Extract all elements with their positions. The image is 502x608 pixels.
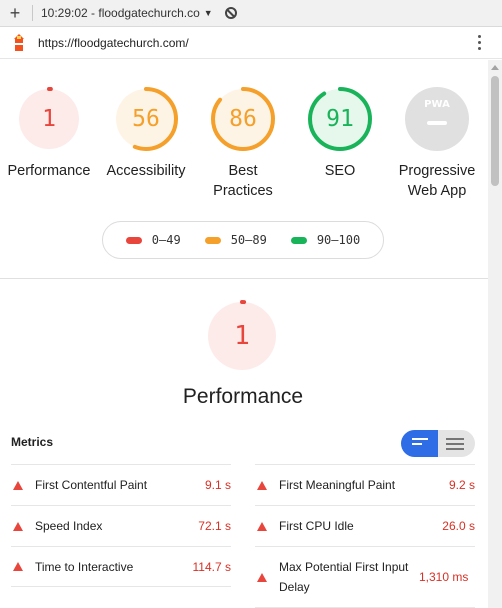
metric-value: 1,310 ms [419, 570, 469, 584]
metric-name: Time to Interactive [35, 559, 134, 574]
gauge-score: 91 [326, 106, 354, 132]
tab-title[interactable]: 10:29:02 - floodgatechurch.co [41, 6, 200, 20]
legend-range: 0–49 [151, 233, 181, 247]
gauge-seo[interactable]: 91 SEO [292, 86, 388, 181]
fail-triangle-icon [13, 521, 23, 531]
fail-triangle-icon [13, 480, 23, 490]
metric-name: Speed Index [35, 519, 103, 533]
gauge-score: 86 [229, 106, 257, 132]
scroll-up-arrow-icon[interactable] [491, 65, 499, 70]
report-content: 1 Performance 56 Accessibility 86 Best P… [0, 60, 488, 608]
gauge-pwa[interactable]: PWA Progressive Web App [389, 86, 485, 201]
metric-time-to-interactive: Time to Interactive 114.7 s [11, 546, 231, 587]
metric-name: Max Potential First Input Delay [279, 560, 409, 594]
url-text[interactable]: https://floodgatechurch.com/ [38, 36, 189, 50]
legend-range: 90–100 [316, 233, 361, 247]
metric-name: First Meaningful Paint [279, 478, 396, 492]
gauge-circle: 1 [16, 86, 82, 152]
metric-value: 114.7 s [192, 559, 231, 574]
metric-first-cpu-idle: First CPU Idle 26.0 s [255, 505, 475, 546]
fail-triangle-icon [257, 480, 267, 490]
legend-item-pass: 90–100 [290, 233, 361, 247]
legend-item-average: 50–89 [204, 233, 267, 247]
gauge-circle: 86 [210, 86, 276, 152]
fail-triangle-icon [257, 572, 267, 582]
gauge-label: Best Practices [213, 163, 273, 199]
metrics-view-toggle[interactable] [401, 430, 475, 457]
scrollbar-thumb[interactable] [491, 76, 499, 186]
metric-value: 26.0 s [442, 519, 475, 533]
pwa-badge: PWA [404, 86, 470, 152]
chevron-down-icon[interactable]: ▼ [204, 8, 213, 18]
metric-speed-index: Speed Index 72.1 s [11, 505, 231, 546]
metric-value: 72.1 s [198, 519, 231, 533]
gauge-label: Progressive Web App [398, 163, 476, 199]
gauge-circle: 91 [307, 86, 373, 152]
section-divider [0, 278, 488, 279]
gauge-score: 1 [42, 106, 56, 132]
more-menu-icon[interactable] [478, 35, 482, 53]
gauge-label: SEO [324, 163, 356, 179]
legend-item-fail: 0–49 [125, 233, 181, 247]
metric-name: First Contentful Paint [35, 478, 148, 492]
fail-triangle-icon [13, 562, 23, 571]
score-legend: 0–49 50–89 90–100 [102, 221, 384, 259]
metrics-heading: Metrics [11, 435, 54, 449]
fail-triangle-icon [257, 521, 267, 531]
block-icon[interactable] [224, 7, 237, 19]
gauge-performance[interactable]: 1 Performance [1, 86, 97, 181]
category-gauge: 1 [206, 300, 278, 372]
tab-separator [32, 5, 33, 21]
gauge-label: Accessibility [106, 163, 186, 179]
expanded-view-icon[interactable] [446, 438, 464, 453]
compact-view-icon[interactable] [412, 438, 430, 448]
category-title: Performance [182, 385, 304, 408]
legend-swatch [290, 236, 307, 244]
gauge-best-practices[interactable]: 86 Best Practices [195, 86, 291, 201]
pwa-logo-text: PWA [424, 99, 450, 110]
metric-first-meaningful-paint: First Meaningful Paint 9.2 s [255, 464, 475, 505]
score-gauges: 1 Performance 56 Accessibility 86 Best P… [0, 86, 488, 236]
new-tab-icon[interactable]: + [0, 0, 30, 27]
lighthouse-icon[interactable] [0, 33, 38, 52]
legend-range: 50–89 [230, 233, 267, 247]
address-bar: https://floodgatechurch.com/ [0, 27, 502, 59]
gauge-accessibility[interactable]: 56 Accessibility [98, 86, 194, 181]
gauge-circle: 56 [113, 86, 179, 152]
metric-value: 9.2 s [448, 478, 475, 492]
gauge-score: 56 [132, 106, 160, 132]
category-score: 1 [234, 321, 250, 351]
metric-max-potential-fid: Max Potential First Input Delay 1,310 ms [255, 546, 475, 608]
metric-value: 9.1 s [204, 478, 231, 492]
tab-bar: + 10:29:02 - floodgatechurch.co ▼ [0, 0, 502, 27]
pwa-badge-circle [405, 87, 469, 151]
legend-swatch [125, 236, 142, 244]
legend-swatch [204, 236, 221, 244]
metric-first-contentful-paint: First Contentful Paint 9.1 s [11, 464, 231, 505]
metric-name: First CPU Idle [279, 519, 354, 533]
gauge-label: Performance [7, 163, 91, 179]
vertical-scrollbar[interactable] [488, 60, 502, 608]
